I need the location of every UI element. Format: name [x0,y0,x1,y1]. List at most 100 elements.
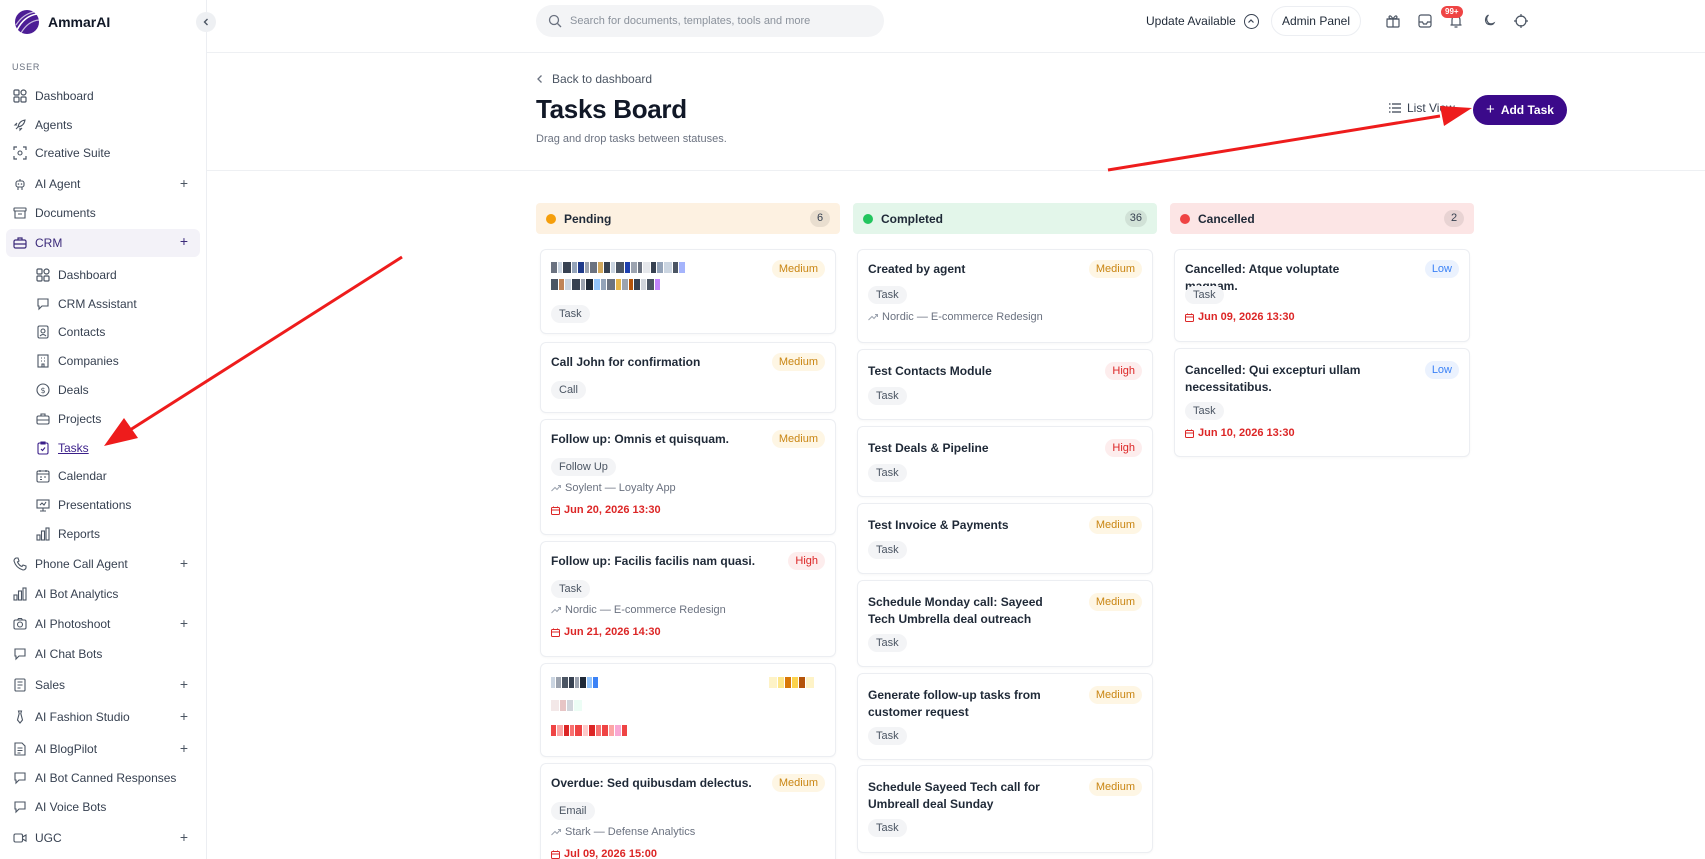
task-due-label: Jun 10, 2026 13:30 [1198,427,1295,439]
sidebar-subitem-presentations[interactable]: Presentations [30,492,200,518]
top-bar: Update Available Admin Panel 99+ [207,0,1705,53]
sidebar-subitem-projects[interactable]: Projects [30,406,200,432]
sidebar-item-label: AI Voice Bots [35,800,107,814]
sidebar-item-creative-suite[interactable]: Creative Suite [6,140,200,166]
blurred-title [551,677,598,688]
task-project: Nordic — E-commerce Redesign [551,604,726,616]
task-title: Generate follow-up tasks from customer r… [868,688,1041,719]
task-card[interactable]: Test Deals & Pipeline High Task [857,426,1153,497]
column-title: Pending [564,211,612,226]
gift-icon[interactable] [1385,13,1401,29]
sidebar-collapse-button[interactable] [196,12,216,32]
sidebar-item-label: CRM Assistant [58,297,137,311]
task-card[interactable]: Generate follow-up tasks from customer r… [857,673,1153,760]
crosshair-icon[interactable] [1513,13,1529,29]
task-icon [37,441,49,455]
admin-panel-button[interactable]: Admin Panel [1271,6,1361,36]
back-to-dashboard-link[interactable]: Back to dashboard [536,72,652,86]
expand-plus-icon[interactable]: + [180,616,188,630]
task-card[interactable]: Follow up: Facilis facilis nam quasi. Hi… [540,541,836,657]
expand-plus-icon[interactable]: + [180,176,188,190]
list-view-label: List View [1407,101,1455,115]
sidebar-subitem-tasks[interactable]: Tasks [30,435,200,461]
task-card[interactable] [540,663,836,757]
brand-logo-icon [15,10,40,34]
task-due-label: Jun 09, 2026 13:30 [1198,311,1295,323]
task-card[interactable]: Schedule Sayeed Tech call for Umbreall d… [857,765,1153,853]
expand-plus-icon[interactable]: + [180,741,188,755]
list-view-button[interactable]: List View [1389,101,1455,115]
column-cancelled: Cancelled 2 Cancelled: Atque voluptate m… [1170,203,1474,457]
sidebar-item-label: CRM [35,236,63,250]
task-due-date: Jun 09, 2026 13:30 [1185,311,1295,323]
search-bar[interactable] [536,5,884,37]
briefcase-icon [36,413,50,425]
update-available-button[interactable]: Update Available [1146,10,1259,32]
sidebar-subitem-crm-dashboard[interactable]: Dashboard [30,262,200,288]
inbox-icon[interactable] [1417,13,1433,29]
trend-arrow-icon [868,314,878,321]
priority-badge: Medium [1088,778,1142,796]
task-card[interactable]: Test Invoice & Payments Medium Task [857,503,1153,574]
task-card[interactable]: Medium Task [540,249,836,334]
expand-plus-icon[interactable]: + [180,709,188,723]
list-icon [1389,103,1401,113]
moon-icon[interactable] [1481,13,1497,29]
expand-plus-icon[interactable]: + [180,830,188,844]
sidebar-item-crm[interactable]: CRM + [6,229,200,257]
search-input[interactable] [570,15,870,27]
sidebar-item-agents[interactable]: Agents [6,112,200,138]
task-due-label: Jun 20, 2026 13:30 [564,504,661,516]
sidebar-item-label: Dashboard [35,89,94,103]
sidebar-item-sales[interactable]: Sales + [6,672,200,698]
sidebar-subitem-companies[interactable]: Companies [30,348,200,374]
task-due-date: Jul 09, 2026 15:00 [551,848,657,859]
sidebar-item-ai-chat-bots[interactable]: AI Chat Bots [6,641,200,667]
expand-plus-icon[interactable]: + [180,556,188,570]
sidebar-item-label: Creative Suite [35,146,111,160]
sidebar-item-dashboard[interactable]: Dashboard [6,83,200,109]
sidebar-item-ai-agent[interactable]: AI Agent + [6,171,200,197]
task-type-tag: Task [868,727,907,745]
task-card[interactable]: Schedule Monday call: Sayeed Tech Umbrel… [857,580,1153,667]
task-type-tag: Task [1185,402,1224,420]
calendar-icon [551,850,560,859]
add-task-button[interactable]: + Add Task [1473,95,1567,125]
task-card[interactable]: Overdue: Sed quibusdam delectus. Medium … [540,763,836,859]
sidebar-item-ai-bot-canned-responses[interactable]: AI Bot Canned Responses [6,765,200,791]
bar-chart-icon [13,587,27,601]
task-card[interactable]: Call John for confirmation Medium Call [540,342,836,413]
sidebar-subitem-crm-assistant[interactable]: CRM Assistant [30,291,200,317]
expand-plus-icon[interactable]: + [180,234,188,248]
column-title: Completed [881,211,944,226]
sidebar-subitem-reports[interactable]: Reports [30,521,200,547]
task-title: Created by agent [868,262,966,276]
task-card[interactable]: Cancelled: Atque voluptate magnam. Low T… [1174,249,1470,342]
sidebar-subitem-calendar[interactable]: Calendar [30,463,200,489]
update-available-label: Update Available [1146,14,1236,28]
sidebar-item-ai-voice-bots[interactable]: AI Voice Bots [6,794,200,820]
expand-plus-icon[interactable]: + [180,677,188,691]
sidebar-item-ai-bot-analytics[interactable]: AI Bot Analytics [6,581,200,607]
sidebar-subitem-deals[interactable]: $ Deals [30,377,200,403]
task-card[interactable]: Test Contacts Module High Task [857,349,1153,420]
building-icon [37,354,49,368]
task-type-tag: Task [1185,286,1224,304]
sidebar-item-ugc[interactable]: UGC + [6,825,200,851]
document-icon [14,742,26,756]
status-dot [1180,213,1190,224]
sidebar-item-ai-fashion-studio[interactable]: AI Fashion Studio + [6,704,200,730]
task-project: Soylent — Loyalty App [551,482,676,494]
sidebar-item-documents[interactable]: Documents [6,200,200,226]
task-card[interactable]: Cancelled: Qui excepturi ullam necessita… [1174,348,1470,457]
sidebar-subitem-contacts[interactable]: Contacts [30,319,200,345]
sidebar-item-label: AI Agent [35,177,81,191]
task-card[interactable]: Created by agent Medium Task Nordic — E-… [857,249,1153,343]
sidebar-item-ai-photoshoot[interactable]: AI Photoshoot + [6,611,200,637]
sidebar-item-ai-blogpilot[interactable]: AI BlogPilot + [6,736,200,762]
task-card[interactable]: Follow up: Omnis et quisquam. Medium Fol… [540,419,836,535]
column-header: Cancelled 2 [1170,203,1474,234]
brand[interactable]: AmmarAI [12,6,110,38]
sidebar-item-phone-call-agent[interactable]: Phone Call Agent + [6,551,200,577]
task-project-label: Stark — Defense Analytics [565,826,696,838]
